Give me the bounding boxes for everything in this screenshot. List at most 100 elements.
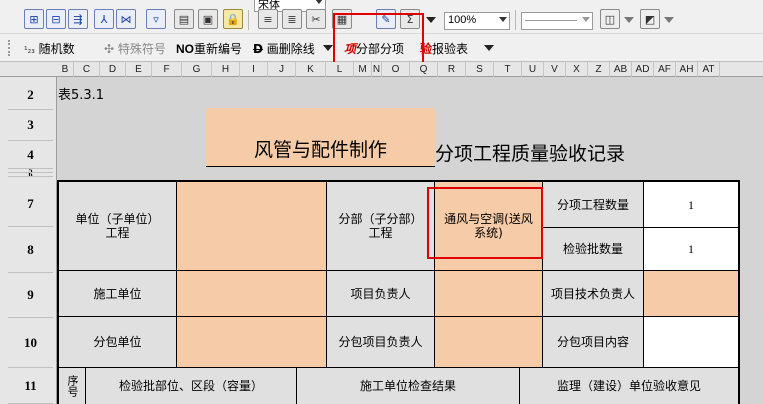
sub-content-label: 分包项目内容	[543, 317, 643, 367]
column-header-ah[interactable]: AH	[676, 62, 698, 77]
column-header-t[interactable]: T	[494, 62, 522, 77]
project-lead-label: 项目负责人	[327, 271, 434, 316]
insert-column-icon[interactable]: ⊟	[46, 9, 66, 29]
subcontractor-label: 分包单位	[59, 317, 176, 367]
special-symbol-label: 特殊符号	[117, 42, 166, 56]
subcontractor-value[interactable]	[177, 317, 326, 367]
column-header-l[interactable]: L	[326, 62, 354, 77]
title-suffix: 分项工程质量验收记录	[435, 143, 626, 165]
chevron-down-icon[interactable]	[426, 17, 436, 23]
column-header-c[interactable]: C	[74, 62, 100, 77]
report-button[interactable]: 验报验表	[420, 40, 468, 57]
chevron-down-icon[interactable]	[664, 17, 674, 23]
line-style-select[interactable]	[521, 12, 593, 30]
column-header-z[interactable]: Z	[588, 62, 610, 77]
row-header-11[interactable]: 11	[8, 368, 53, 404]
unit-label: 单位（子单位） 工程	[59, 182, 176, 270]
column-header-m[interactable]: M	[354, 62, 372, 77]
batch-count-value[interactable]: 1	[644, 228, 738, 270]
column-header-q[interactable]: Q	[410, 62, 438, 77]
special-symbol-button[interactable]: ✣ 特殊符号	[104, 40, 166, 57]
row-header-8[interactable]: 8	[8, 227, 53, 273]
random-label: 随机数	[38, 42, 75, 56]
chevron-down-icon[interactable]	[484, 45, 494, 51]
column-header-k[interactable]: K	[296, 62, 326, 77]
title-project: 风管与配件制作	[253, 139, 387, 161]
column-header-v[interactable]: V	[544, 62, 566, 77]
item-count-label: 分项工程数量	[543, 182, 643, 227]
check-result-label: 施工单位检查结果	[297, 368, 519, 404]
lock-icon[interactable]: 🔒	[223, 9, 243, 29]
batch-count-label: 检验批数量	[543, 228, 643, 270]
random-number-button[interactable]: ¹₂₃ 随机数	[24, 40, 75, 57]
border-color-icon[interactable]: ◫	[600, 9, 620, 29]
row-header-2[interactable]: 2	[8, 81, 53, 110]
chevron-down-icon[interactable]	[624, 17, 634, 23]
supervisor-opinion-label: 监理（建设）单位验收意见	[520, 368, 738, 404]
renumber-icon: NO	[176, 42, 194, 56]
merge-icon[interactable]: ⋈	[116, 9, 136, 29]
chevron-down-icon[interactable]	[323, 45, 333, 51]
tech-lead-label: 项目技术负责人	[543, 271, 643, 316]
column-header-d[interactable]: D	[100, 62, 126, 77]
column-header-ad[interactable]: AD	[632, 62, 654, 77]
column-header-f[interactable]: F	[152, 62, 182, 77]
row-header-9[interactable]: 9	[8, 273, 53, 318]
column-header-r[interactable]: R	[438, 62, 466, 77]
sort-icon[interactable]: ⅄	[94, 9, 114, 29]
table-format-icon[interactable]: ▤	[174, 9, 194, 29]
cut-icon[interactable]: ✂	[306, 9, 326, 29]
column-header-at[interactable]: AT	[698, 62, 720, 77]
row-header-3[interactable]: 3	[8, 110, 53, 141]
sub-lead-value[interactable]	[435, 317, 542, 367]
page-setup-icon[interactable]: ▣	[198, 9, 218, 29]
column-header-e[interactable]: E	[126, 62, 152, 77]
column-header-b[interactable]: B	[57, 62, 74, 77]
tech-lead-value[interactable]	[644, 271, 738, 316]
renumber-button[interactable]: NO重新编号	[176, 40, 242, 57]
align-center-icon[interactable]: ≣	[282, 9, 302, 29]
unit-value[interactable]	[177, 182, 326, 270]
strikethrough-label: 画删除线	[266, 42, 315, 56]
column-header-i[interactable]: I	[240, 62, 268, 77]
sub-lead-label: 分包项目负责人	[327, 317, 434, 367]
row-header-4[interactable]: 4	[8, 141, 53, 169]
project-lead-value[interactable]	[435, 271, 542, 316]
row-header-6[interactable]: 6	[8, 173, 53, 177]
strikethrough-button[interactable]: D 画删除线	[253, 40, 315, 57]
division-label: 分部（子分部） 工程	[327, 182, 434, 270]
column-header-u[interactable]: U	[522, 62, 544, 77]
column-header-j[interactable]: J	[268, 62, 296, 77]
grip-handle[interactable]	[8, 40, 10, 56]
column-header-af[interactable]: AF	[654, 62, 676, 77]
row-header-bar: 2 3 4 5 6 7 8 9 10 11	[0, 77, 57, 404]
insert-row-icon[interactable]: ⊞	[24, 9, 44, 29]
item-count-value[interactable]: 1	[644, 182, 738, 227]
align-left-icon[interactable]: ≡	[258, 9, 278, 29]
seq-label: 序号	[59, 368, 85, 404]
column-header-bar: B C D E F G H I J K L M N O Q R S T U V X Z AB AD AF AH AT	[0, 62, 763, 77]
table-number: 表5.3.1	[58, 88, 105, 103]
column-header-g[interactable]: G	[182, 62, 212, 77]
column-header-ab[interactable]: AB	[610, 62, 632, 77]
column-header-x[interactable]: X	[566, 62, 588, 77]
title-project-cell[interactable]: 风管与配件制作	[206, 108, 435, 166]
column-header-h[interactable]: H	[212, 62, 240, 77]
contractor-value[interactable]	[177, 271, 326, 316]
renumber-label: 重新编号	[194, 42, 243, 56]
column-header-s[interactable]: S	[466, 62, 494, 77]
sub-content-value[interactable]	[644, 317, 738, 367]
special-symbol-icon: ✣	[104, 42, 115, 56]
fill-color-icon[interactable]: ◩	[640, 9, 660, 29]
strikethrough-icon: D	[253, 42, 263, 56]
insert-cell-icon[interactable]: ⇶	[68, 9, 88, 29]
highlight-box-division	[427, 187, 543, 259]
title-underline	[206, 166, 435, 167]
row-header-10[interactable]: 10	[8, 318, 53, 368]
zoom-select[interactable]: 100%	[444, 12, 510, 30]
random-icon: ¹₂₃	[24, 46, 35, 56]
column-header-o[interactable]: O	[382, 62, 410, 77]
column-header-n[interactable]: N	[372, 62, 382, 77]
row-header-7[interactable]: 7	[8, 181, 53, 227]
filter-icon[interactable]: ▿	[146, 9, 166, 29]
